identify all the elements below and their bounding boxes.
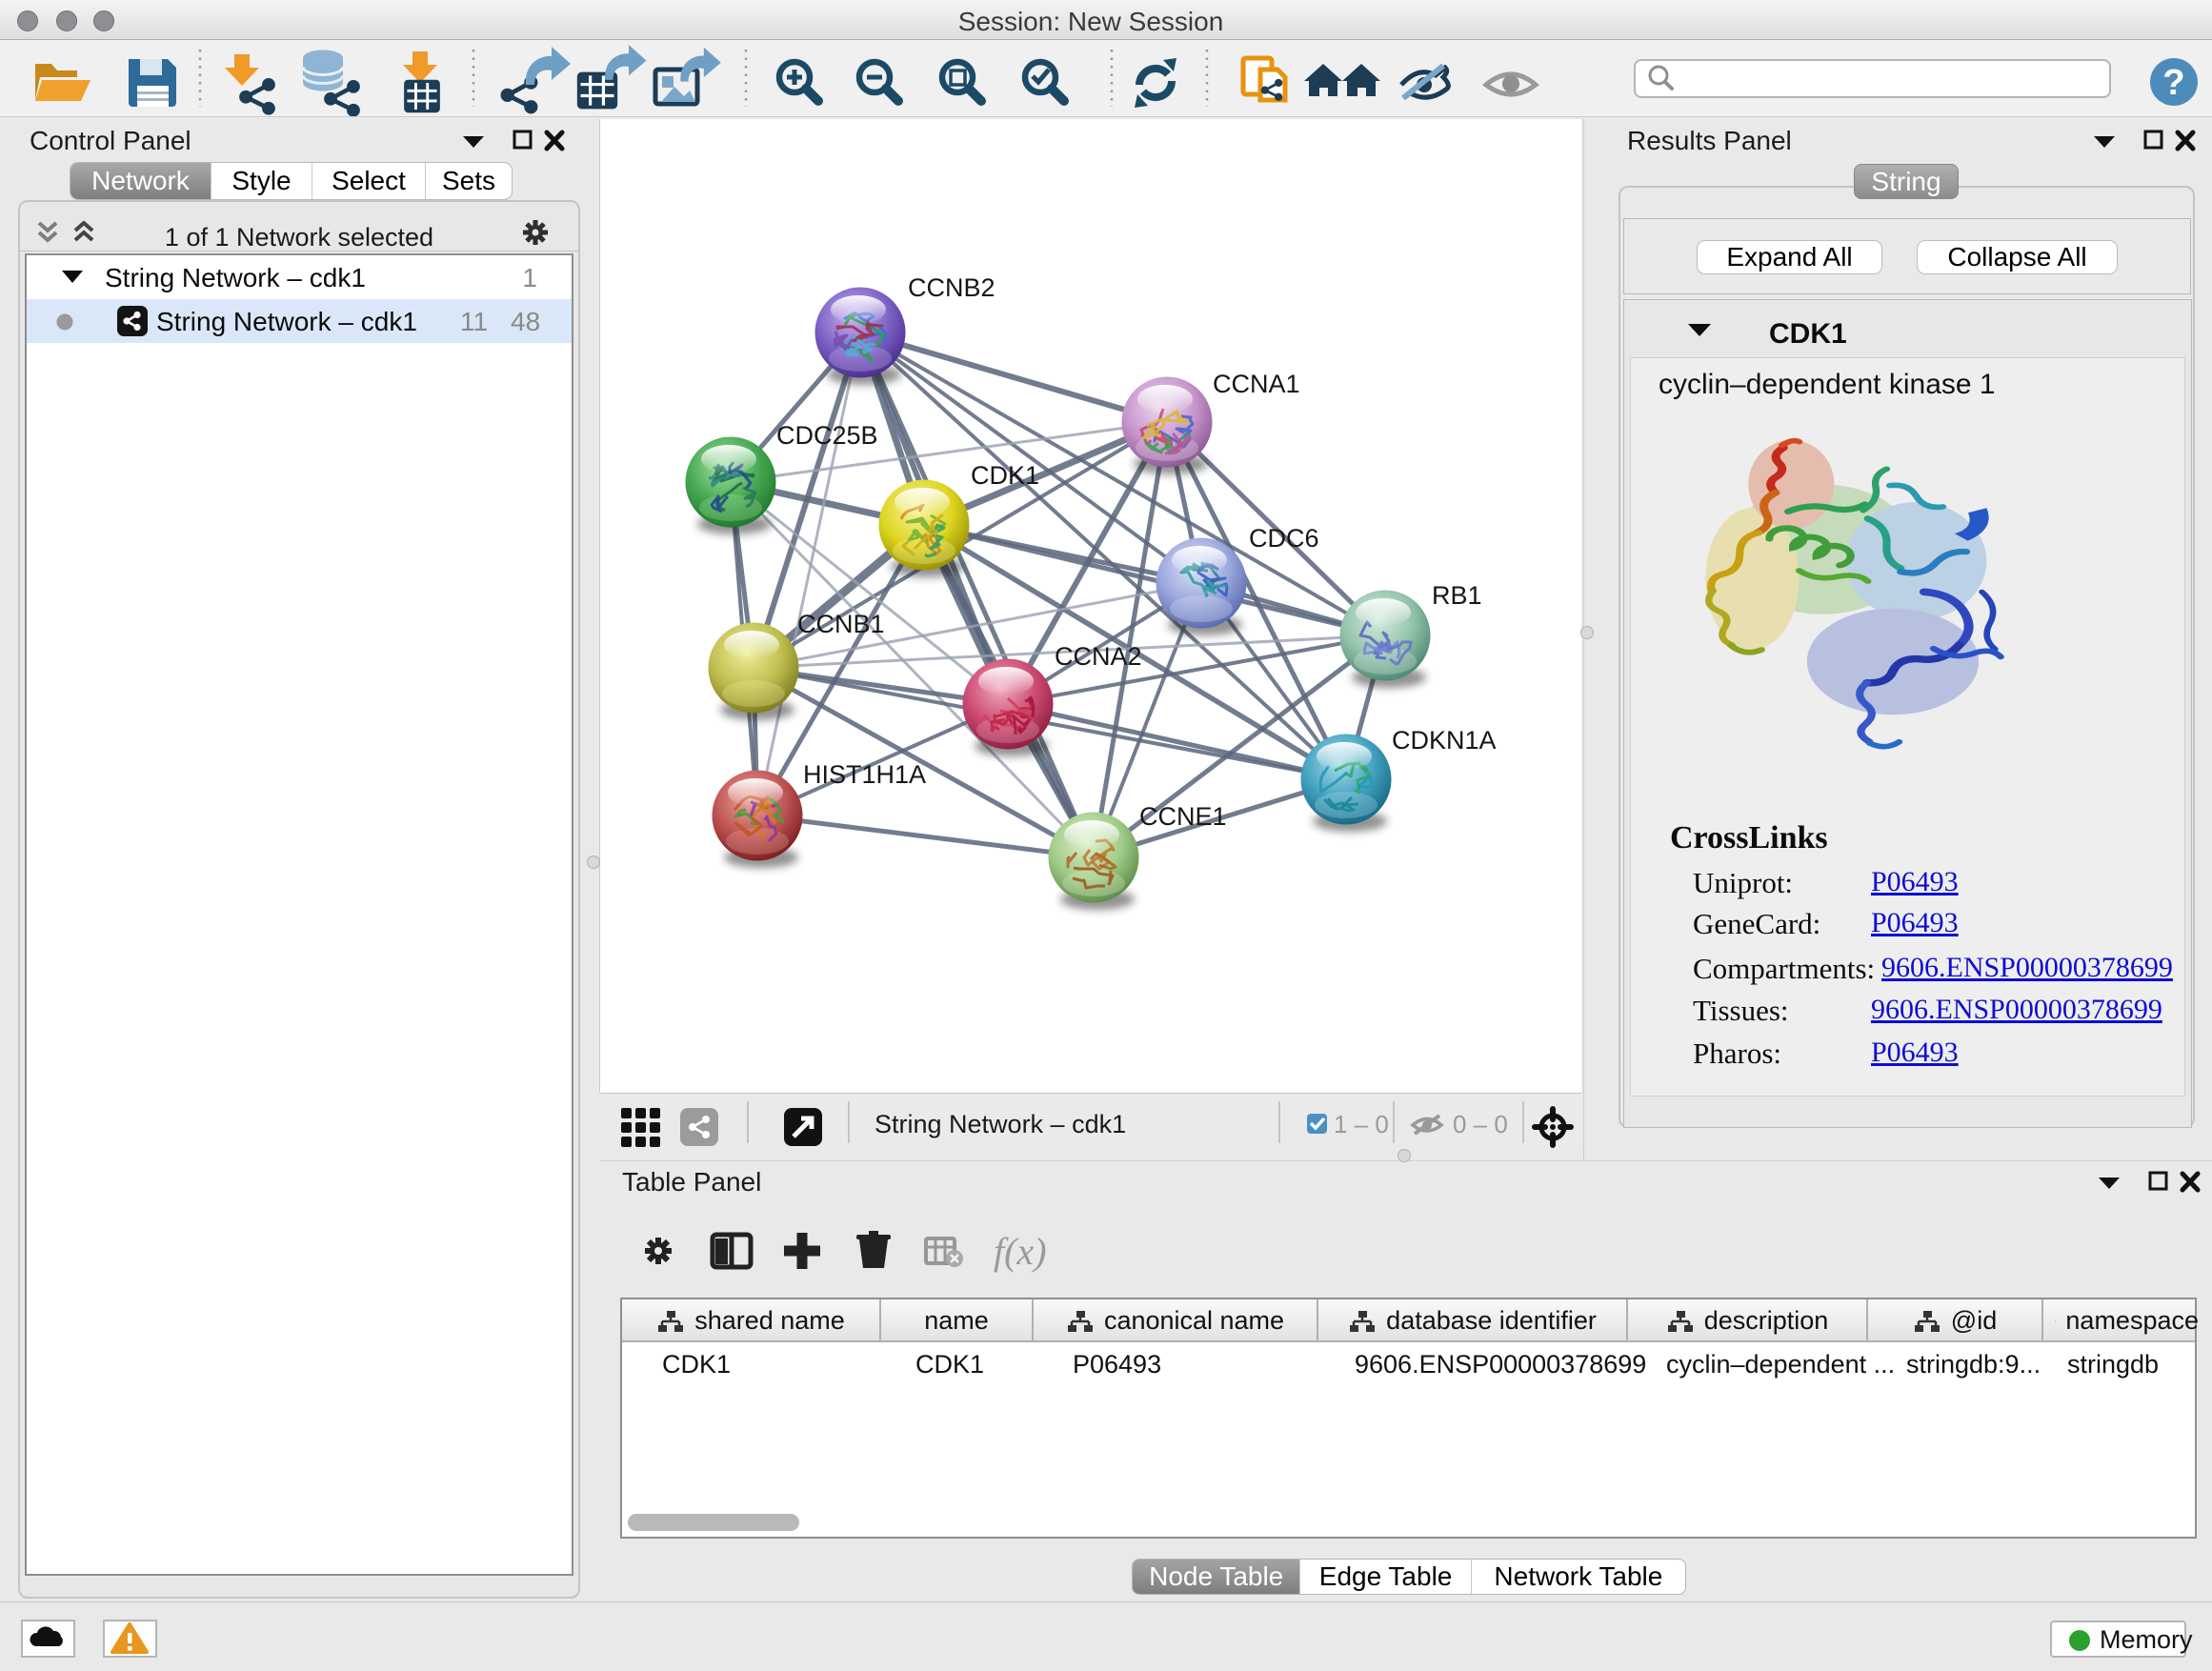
- svg-text:0 – 0: 0 – 0: [1453, 1110, 1508, 1138]
- svg-text:?: ?: [2162, 63, 2184, 103]
- svg-text:CDC6: CDC6: [1249, 524, 1319, 553]
- svg-text:RB1: RB1: [1432, 581, 1482, 610]
- svg-text:CCNE1: CCNE1: [1139, 802, 1227, 831]
- svg-text:CDC25B: CDC25B: [776, 421, 878, 450]
- svg-text:f(x): f(x): [994, 1230, 1047, 1273]
- svg-text:CDK1: CDK1: [971, 461, 1039, 490]
- svg-text:CCNA2: CCNA2: [1055, 642, 1142, 671]
- svg-text:CCNB2: CCNB2: [908, 273, 995, 302]
- svg-text:CDKN1A: CDKN1A: [1392, 726, 1497, 755]
- svg-text:CCNB1: CCNB1: [797, 610, 885, 638]
- svg-text:HIST1H1A: HIST1H1A: [803, 760, 926, 789]
- svg-text:String Network – cdk1: String Network – cdk1: [875, 1110, 1126, 1138]
- svg-text:1 – 0: 1 – 0: [1334, 1110, 1389, 1138]
- svg-text:CCNA1: CCNA1: [1213, 370, 1300, 398]
